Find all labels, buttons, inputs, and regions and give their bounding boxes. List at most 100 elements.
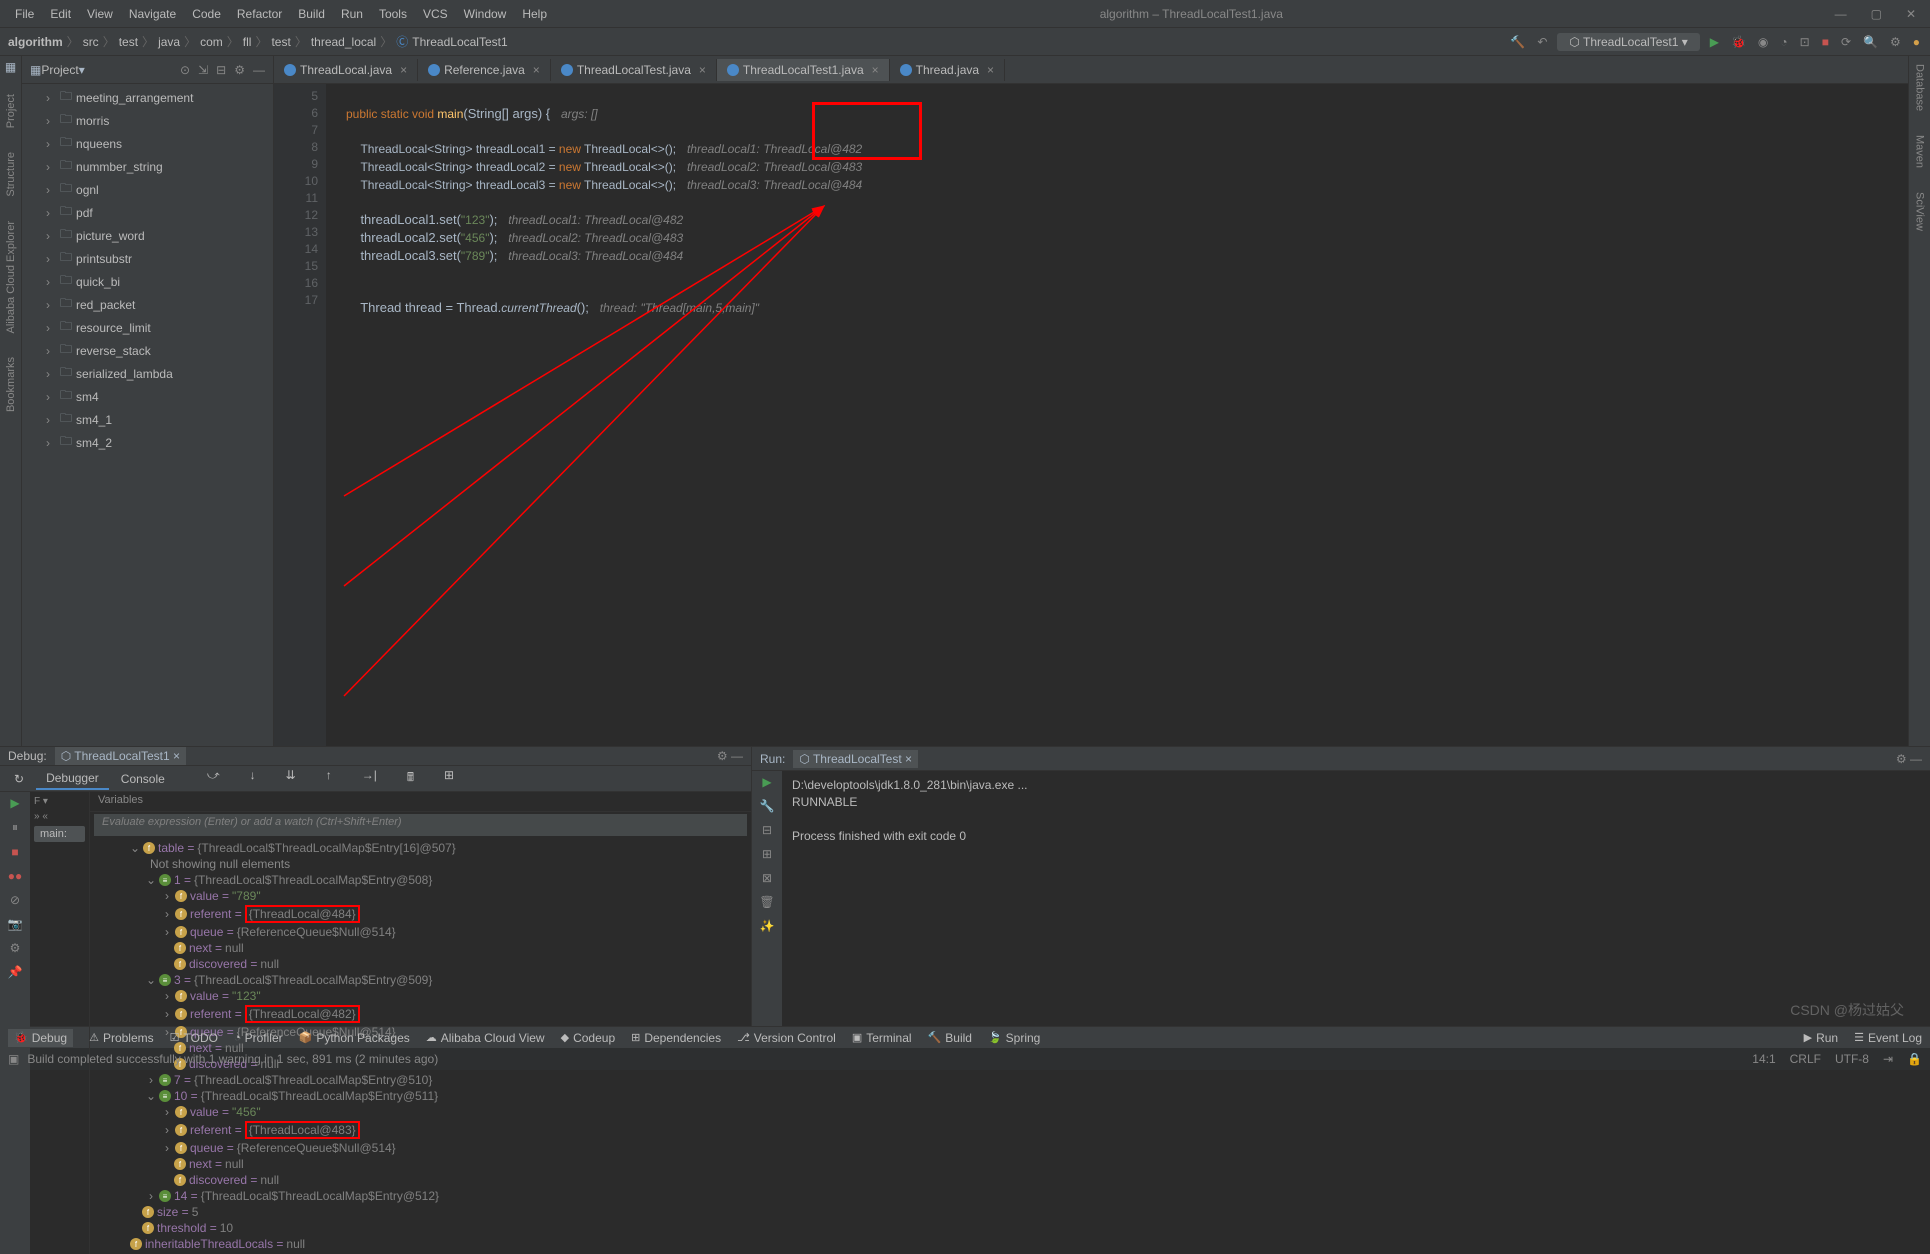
- avatar-icon[interactable]: ●: [1911, 33, 1922, 51]
- settings-icon[interactable]: ⚙: [1888, 33, 1903, 51]
- select-opened-icon[interactable]: ⊙: [180, 63, 190, 77]
- breadcrumb-item[interactable]: com: [200, 35, 223, 49]
- trash-icon[interactable]: 🗑: [759, 895, 774, 909]
- run-session-tab[interactable]: ⬡ ThreadLocalTest ×: [793, 750, 918, 768]
- project-tab[interactable]: Project: [3, 90, 19, 132]
- breadcrumb-item[interactable]: java: [158, 35, 180, 49]
- gear-icon[interactable]: ⚙ —: [717, 749, 743, 763]
- breadcrumb-item[interactable]: test: [119, 35, 138, 49]
- step-over-icon[interactable]: ⤻: [197, 765, 230, 792]
- alibaba-cloud-tab[interactable]: ☁ Alibaba Cloud View: [426, 1031, 545, 1045]
- tree-item[interactable]: ›🗀nqueens: [22, 132, 273, 155]
- breadcrumb-file[interactable]: ThreadLocalTest1: [412, 35, 507, 49]
- structure-tab[interactable]: Structure: [3, 148, 19, 201]
- breadcrumb-item[interactable]: thread_local: [311, 35, 376, 49]
- wand-icon[interactable]: ✨: [760, 919, 775, 933]
- database-tab[interactable]: Database: [1912, 60, 1928, 115]
- tree-item[interactable]: ›🗀sm4_2: [22, 431, 273, 454]
- stop-icon[interactable]: ■: [11, 845, 18, 859]
- close-icon[interactable]: ×: [987, 63, 994, 77]
- line-separator[interactable]: CRLF: [1790, 1052, 1821, 1066]
- collapse-icon[interactable]: ⊟: [216, 63, 226, 77]
- todo-tab[interactable]: ☑ TODO: [170, 1031, 218, 1045]
- hide-icon[interactable]: —: [253, 63, 265, 77]
- event-log-tab[interactable]: ☰ Event Log: [1854, 1031, 1922, 1045]
- code-editor[interactable]: 567891011121314151617 public static void…: [274, 84, 1908, 746]
- version-control-tab[interactable]: ⎇ Version Control: [737, 1031, 836, 1045]
- menu-build[interactable]: Build: [291, 4, 332, 24]
- filter-icon[interactable]: ⊞: [762, 847, 772, 861]
- caret-position[interactable]: 14:1: [1752, 1052, 1775, 1066]
- breakpoints-icon[interactable]: ●●: [8, 869, 23, 883]
- exit-icon[interactable]: ⊠: [762, 871, 772, 885]
- mute-icon[interactable]: ⊘: [10, 893, 20, 907]
- gear-icon[interactable]: ⚙ —: [1896, 752, 1922, 766]
- encoding[interactable]: UTF-8: [1835, 1052, 1869, 1066]
- tree-item[interactable]: ›🗀pdf: [22, 201, 273, 224]
- maven-tab[interactable]: Maven: [1912, 131, 1928, 172]
- debugger-tab[interactable]: Debugger: [36, 768, 109, 790]
- tree-item[interactable]: ›🗀meeting_arrangement: [22, 86, 273, 109]
- camera-icon[interactable]: 📷: [8, 917, 23, 931]
- breadcrumb-item[interactable]: fll: [243, 35, 252, 49]
- settings-icon[interactable]: ⚙: [10, 941, 21, 955]
- terminal-tab[interactable]: ▣ Terminal: [852, 1031, 912, 1045]
- console-output[interactable]: D:\developtools\jdk1.8.0_281\bin\java.ex…: [782, 771, 1930, 1026]
- rerun-icon[interactable]: ▶: [762, 775, 771, 789]
- step-into-icon[interactable]: ↓: [240, 765, 266, 792]
- menu-help[interactable]: Help: [515, 4, 554, 24]
- variables-tree[interactable]: ⌄ftable = {ThreadLocal$ThreadLocalMap$En…: [90, 838, 751, 1254]
- sidebar-icon[interactable]: ▦: [5, 60, 16, 74]
- resume-icon[interactable]: ▶: [10, 796, 19, 810]
- editor-tab[interactable]: ThreadLocalTest.java×: [551, 59, 717, 81]
- lock-icon[interactable]: 🔒: [1907, 1052, 1922, 1066]
- close-icon[interactable]: ×: [400, 63, 407, 77]
- problems-tab[interactable]: ⚠ Problems: [89, 1031, 154, 1045]
- spring-tab[interactable]: 🍃 Spring: [988, 1031, 1040, 1045]
- run-to-cursor-icon[interactable]: →|: [352, 765, 387, 792]
- run-tool-tab[interactable]: ▶ Run: [1804, 1031, 1838, 1045]
- close-icon[interactable]: ×: [699, 63, 706, 77]
- sciview-tab[interactable]: SciView: [1912, 188, 1928, 235]
- debug-tool-tab[interactable]: 🐞 Debug: [8, 1029, 73, 1047]
- search-icon[interactable]: 🔍: [1861, 33, 1880, 51]
- run-button[interactable]: ▶: [1708, 33, 1721, 51]
- stacktrace-icon[interactable]: ⊟: [762, 823, 772, 837]
- editor-tab[interactable]: ThreadLocal.java×: [274, 59, 418, 81]
- evaluate-input[interactable]: Evaluate expression (Enter) or add a wat…: [94, 814, 747, 836]
- debug-button[interactable]: 🐞: [1729, 33, 1748, 51]
- frame-item[interactable]: main:: [34, 826, 85, 842]
- trace-icon[interactable]: ⊞: [434, 765, 464, 792]
- breadcrumb-item[interactable]: src: [83, 35, 99, 49]
- maximize-button[interactable]: ▢: [1865, 5, 1888, 23]
- tree-item[interactable]: ›🗀quick_bi: [22, 270, 273, 293]
- menu-run[interactable]: Run: [334, 4, 370, 24]
- code-content[interactable]: public static void main(String[] args) {…: [326, 84, 1908, 746]
- force-step-icon[interactable]: ⇊: [276, 765, 306, 792]
- close-icon[interactable]: ×: [533, 63, 540, 77]
- tree-item[interactable]: ›🗀ognl: [22, 178, 273, 201]
- breadcrumb-item[interactable]: test: [271, 35, 290, 49]
- project-tree[interactable]: ›🗀meeting_arrangement ›🗀morris ›🗀nqueens…: [22, 84, 273, 746]
- corner-icon[interactable]: ▣: [8, 1052, 19, 1066]
- bookmarks-tab[interactable]: Bookmarks: [3, 353, 19, 416]
- alibaba-tab[interactable]: Alibaba Cloud Explorer: [3, 217, 19, 338]
- evaluate-icon[interactable]: 🖩: [397, 765, 424, 792]
- run-config-selector[interactable]: ⬡ ThreadLocalTest1 ▾: [1557, 33, 1699, 51]
- rerun-icon[interactable]: ↻: [4, 769, 34, 789]
- console-tab[interactable]: Console: [111, 769, 175, 789]
- back-icon[interactable]: ↶: [1535, 33, 1549, 51]
- expand-icon[interactable]: ⇲: [198, 63, 208, 77]
- hammer-icon[interactable]: 🔨: [1508, 33, 1527, 51]
- profile-icon[interactable]: ◔: [1778, 33, 1789, 51]
- wrench-icon[interactable]: 🔧: [760, 799, 775, 813]
- menu-edit[interactable]: Edit: [43, 4, 78, 24]
- menu-navigate[interactable]: Navigate: [122, 4, 183, 24]
- tree-item[interactable]: ›🗀serialized_lambda: [22, 362, 273, 385]
- menu-code[interactable]: Code: [185, 4, 228, 24]
- tree-item[interactable]: ›🗀morris: [22, 109, 273, 132]
- dependencies-tab[interactable]: ⊞ Dependencies: [631, 1031, 721, 1045]
- tree-item[interactable]: ›🗀reverse_stack: [22, 339, 273, 362]
- menu-refactor[interactable]: Refactor: [230, 4, 289, 24]
- tree-item[interactable]: ›🗀resource_limit: [22, 316, 273, 339]
